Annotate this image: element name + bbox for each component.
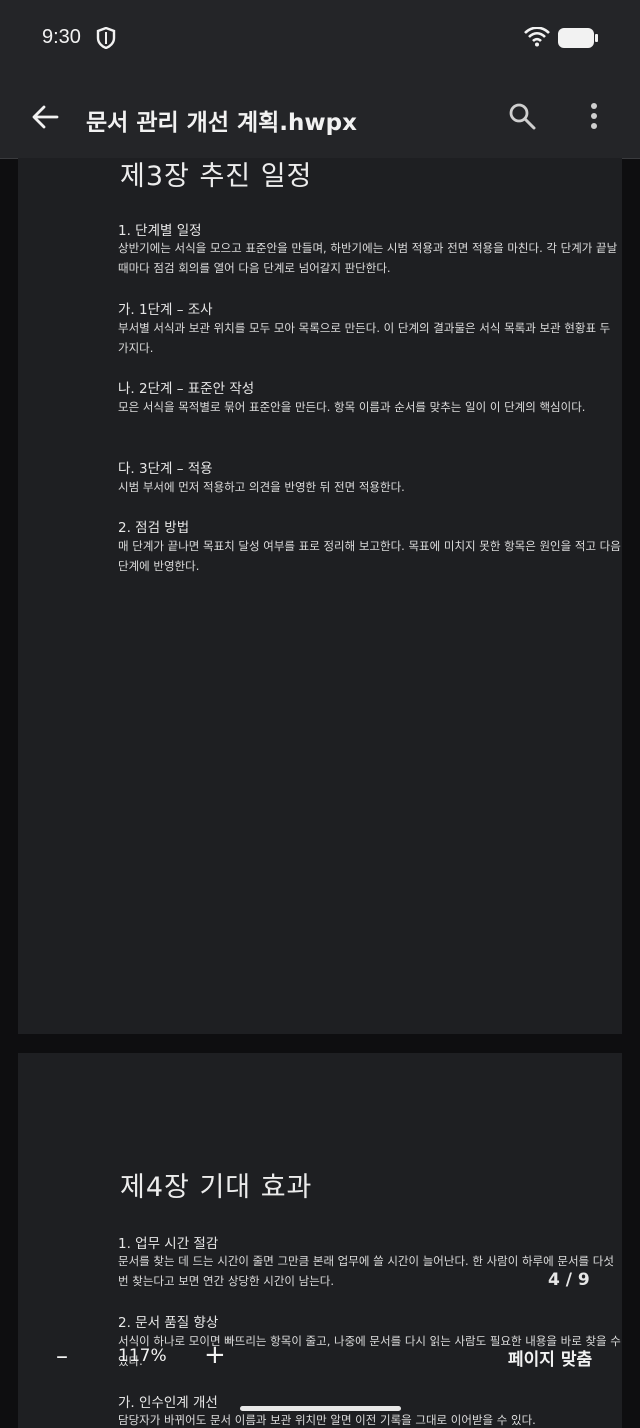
paragraph: 부서별 서식과 보관 위치를 모두 모아 목록으로 만든다. 이 단계의 결과물…	[118, 321, 611, 355]
zoom-out-button[interactable]: –	[56, 1342, 68, 1370]
gesture-home-bar[interactable]	[240, 1406, 401, 1411]
paragraph: 상반기에는 서식을 모으고 표준안을 만들며, 하반기에는 시범 적용과 전면 …	[118, 241, 618, 275]
fit-page-button[interactable]: 페이지 맞춤	[508, 1345, 592, 1370]
back-arrow-icon[interactable]	[30, 102, 60, 132]
battery-icon	[558, 28, 598, 48]
shield-icon	[96, 27, 116, 49]
section-heading: 1. 업무 시간 절감	[118, 1236, 219, 1252]
chapter-title: 제3장 추진 일정	[120, 161, 313, 192]
search-icon[interactable]	[508, 102, 536, 130]
app-bar: 문서 관리 개선 계획.hwpx	[0, 76, 640, 159]
section-heading: 2. 문서 품질 향상	[118, 1315, 219, 1331]
section-heading: 가. 1단계 – 조사	[118, 302, 213, 318]
zoom-level: 117%	[118, 1346, 167, 1366]
section-heading: 다. 3단계 – 적용	[118, 461, 213, 477]
paragraph: 시범 부서에 먼저 적용하고 의견을 반영한 뒤 전면 적용한다.	[118, 480, 405, 494]
status-time: 9:30	[42, 26, 81, 48]
section-heading: 가. 인수인계 개선	[118, 1395, 218, 1411]
zoom-controls: – 117% + 페이지 맞춤	[0, 1340, 640, 1376]
chapter-title: 제4장 기대 효과	[120, 1172, 313, 1203]
paragraph: 모은 서식을 목적별로 묶어 표준안을 만든다. 항목 이름과 순서를 맞추는 …	[118, 400, 586, 414]
paragraph: 문서를 찾는 데 드는 시간이 줄면 그만큼 본래 업무에 쓸 시간이 늘어난다…	[118, 1254, 614, 1288]
document-page: 제3장 추진 일정 1. 단계별 일정 상반기에는 서식을 모으고 표준안을 만…	[18, 158, 622, 1034]
more-vert-icon[interactable]	[582, 102, 606, 130]
zoom-in-button[interactable]: +	[204, 1340, 226, 1370]
section-heading: 2. 점검 방법	[118, 520, 190, 536]
section-heading: 나. 2단계 – 표준안 작성	[118, 381, 255, 397]
status-bar: 9:30	[0, 0, 640, 76]
paragraph: 담당자가 바뀌어도 문서 이름과 보관 위치만 알면 이전 기록을 그대로 이어…	[118, 1413, 536, 1427]
document-title: 문서 관리 개선 계획.hwpx	[86, 110, 357, 136]
paragraph: 매 단계가 끝나면 목표치 달성 여부를 표로 정리해 보고한다. 목표에 미치…	[118, 539, 621, 573]
wifi-icon	[524, 27, 550, 47]
page-counter: 4 / 9	[548, 1270, 590, 1290]
section-heading: 1. 단계별 일정	[118, 223, 202, 239]
